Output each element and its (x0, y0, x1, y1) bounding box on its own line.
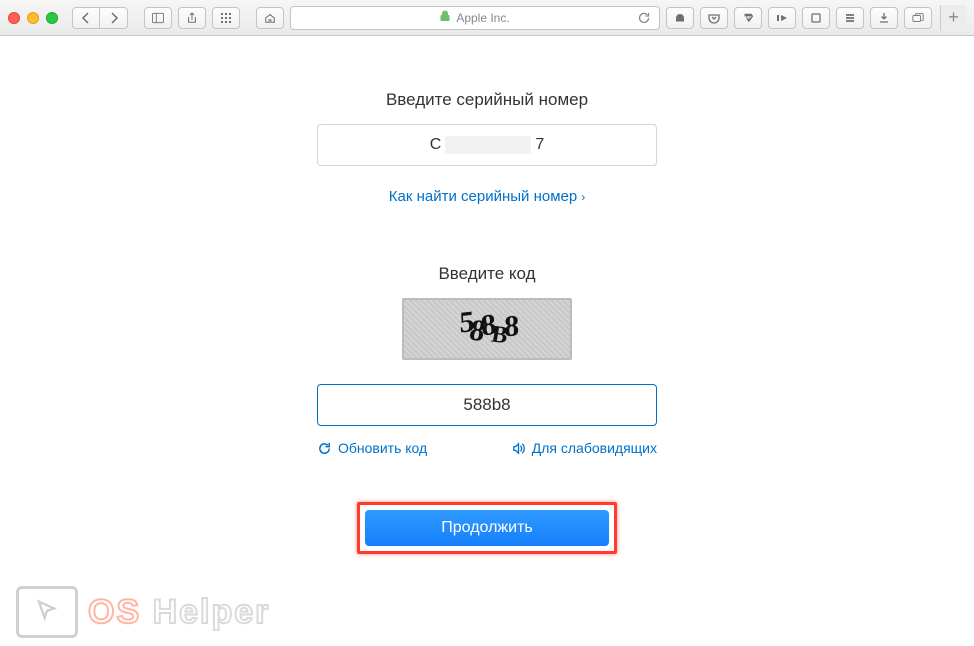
ext-ghostery-button[interactable] (666, 7, 694, 29)
chevron-left-icon (80, 12, 92, 24)
grid-icon (220, 12, 232, 24)
watermark-text-helper: Helper (141, 593, 270, 631)
serial-input[interactable] (317, 124, 657, 166)
chevron-right-icon (108, 12, 120, 24)
chevron-right-icon: › (581, 190, 585, 204)
sidebar-toggle-button[interactable] (144, 7, 172, 29)
watermark-cursor-icon (16, 586, 78, 638)
abp-icon: ABP (742, 12, 754, 24)
ext-play-button[interactable] (768, 7, 796, 29)
downloads-button[interactable] (870, 7, 898, 29)
nav-forward-button[interactable] (100, 7, 128, 29)
ext-todoist-button[interactable] (836, 7, 864, 29)
lock-icon (440, 10, 450, 25)
refresh-icon (317, 441, 332, 456)
window-close-button[interactable] (8, 12, 20, 24)
share-button[interactable] (178, 7, 206, 29)
window-minimize-button[interactable] (27, 12, 39, 24)
pocket-icon (708, 12, 720, 24)
square-icon (810, 12, 822, 24)
ext-pocket-button[interactable] (700, 7, 728, 29)
watermark: OS Helper (16, 586, 270, 638)
new-tab-button[interactable]: + (940, 5, 966, 31)
download-icon (878, 12, 890, 24)
captcha-label: Введите код (217, 264, 757, 284)
share-icon (186, 12, 198, 24)
stack-icon (844, 12, 856, 24)
captcha-refresh-label: Обновить код (338, 440, 427, 456)
reload-button[interactable] (637, 11, 651, 28)
top-sites-button[interactable] (212, 7, 240, 29)
captcha-image: 588B8 (402, 298, 572, 360)
audio-icon (511, 441, 526, 456)
tabs-icon (912, 12, 924, 24)
captcha-refresh-link[interactable]: Обновить код (317, 440, 427, 456)
home-icon (264, 12, 276, 24)
reload-icon (637, 11, 651, 25)
ext-abp-button[interactable]: ABP (734, 7, 762, 29)
watermark-text-os: OS (88, 593, 141, 631)
address-bar[interactable]: Apple Inc. (290, 6, 660, 30)
address-label: Apple Inc. (456, 11, 509, 25)
captcha-accessibility-label: Для слабовидящих (532, 440, 657, 456)
find-serial-link-label: Как найти серийный номер (389, 188, 577, 205)
captcha-input[interactable] (317, 384, 657, 426)
nav-back-button[interactable] (72, 7, 100, 29)
show-tabs-button[interactable] (904, 7, 932, 29)
home-button[interactable] (256, 7, 284, 29)
window-maximize-button[interactable] (46, 12, 58, 24)
svg-text:ABP: ABP (744, 15, 752, 19)
browser-toolbar: Apple Inc. ABP + (0, 0, 974, 36)
ext-generic1-button[interactable] (802, 7, 830, 29)
continue-highlight: Продолжить (357, 502, 617, 554)
continue-button[interactable]: Продолжить (365, 510, 609, 546)
ghost-icon (674, 12, 686, 24)
find-serial-link[interactable]: Как найти серийный номер › (389, 188, 585, 205)
play-icon (776, 12, 788, 24)
page-content: Введите серийный номер C 7 Как найти сер… (0, 36, 974, 646)
sidebar-icon (152, 12, 164, 24)
serial-label: Введите серийный номер (217, 90, 757, 110)
captcha-accessibility-link[interactable]: Для слабовидящих (511, 440, 657, 456)
window-controls (8, 12, 58, 24)
